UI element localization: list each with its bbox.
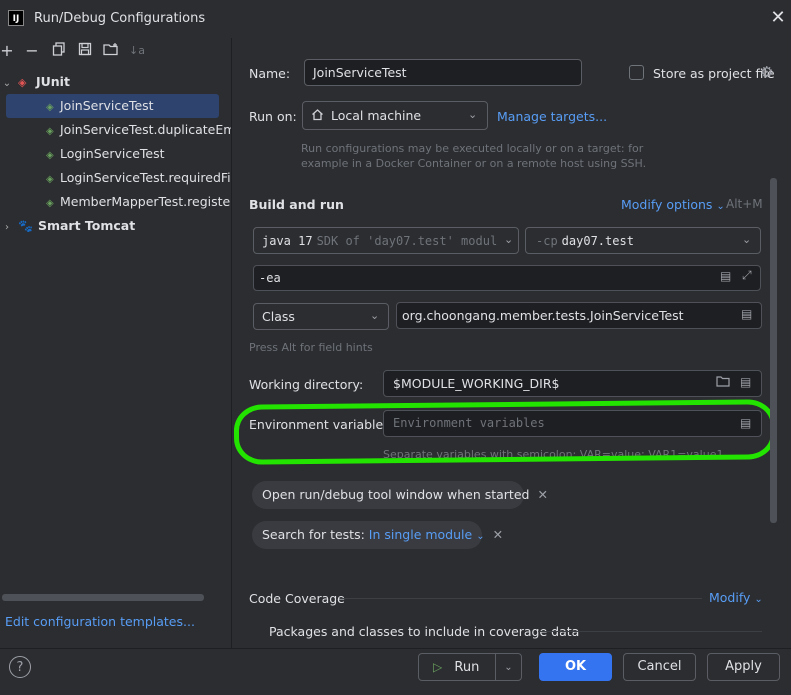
- classpath-module-select[interactable]: -cp day07.test: [525, 227, 761, 254]
- gear-icon[interactable]: ⚙: [760, 63, 773, 81]
- chevron-down-icon: ⌄: [716, 201, 725, 212]
- window-title: Run/Debug Configurations: [34, 11, 206, 26]
- classpath-module: day07.test: [561, 234, 634, 248]
- coverage-modify-link[interactable]: Modify ⌄: [709, 590, 763, 605]
- test-kind-value: Class: [262, 309, 295, 324]
- tree-item-label: LoginServiceTest: [60, 146, 165, 161]
- run-button-label: Run: [454, 660, 480, 675]
- tree-group-label: Smart Tomcat: [37, 218, 136, 233]
- copy-configuration-icon[interactable]: [50, 42, 68, 60]
- search-for-tests-value[interactable]: In single module: [369, 527, 472, 542]
- build-and-run-title: Build and run: [249, 197, 344, 212]
- tree-item-label: JoinServiceTest: [60, 98, 154, 113]
- open-tool-window-label: Open run/debug tool window when started: [262, 487, 530, 502]
- help-icon[interactable]: ?: [9, 656, 31, 678]
- chevron-down-icon: ⌄: [476, 531, 485, 542]
- test-run-icon: ◈: [46, 150, 54, 161]
- tree-group-label: JUnit: [35, 74, 70, 89]
- close-icon[interactable]: ✕: [768, 8, 788, 28]
- jdk-version: java 17: [262, 234, 313, 248]
- manage-targets-link[interactable]: Manage targets...: [497, 109, 607, 124]
- add-configuration-icon[interactable]: +: [0, 42, 16, 60]
- apply-button[interactable]: Apply: [707, 653, 780, 681]
- sidebar-horizontal-scrollbar[interactable]: [2, 594, 204, 601]
- test-class-input[interactable]: org.choongang.member.tests.JoinServiceTe…: [396, 302, 762, 329]
- new-folder-icon[interactable]: [102, 42, 120, 60]
- chevron-down-icon: ⌄: [2, 78, 12, 89]
- highlight-annotation: [233, 399, 777, 465]
- chevron-down-icon: ⌄: [742, 233, 752, 246]
- modify-options-shortcut: Alt+M: [726, 197, 763, 211]
- run-button[interactable]: ▷ Run: [418, 653, 496, 681]
- chevron-right-icon: ›: [5, 222, 9, 233]
- expand-icon[interactable]: ⤢: [742, 268, 752, 283]
- test-run-icon: ◈: [46, 126, 54, 137]
- jdk-detail: SDK of 'day07.test' modul: [316, 234, 498, 248]
- tree-item-member-mapper-test[interactable]: ◈ MemberMapperTest.registerTest: [0, 190, 231, 214]
- name-label: Name:: [249, 66, 291, 81]
- remove-option-icon[interactable]: ✕: [537, 487, 547, 502]
- name-input[interactable]: JoinServiceTest: [304, 59, 582, 86]
- tree-item-label: JoinServiceTest.duplicateEmailTest: [60, 122, 231, 137]
- tree-item-label: MemberMapperTest.registerTest: [60, 194, 231, 209]
- working-directory-label: Working directory:: [249, 377, 364, 392]
- cancel-button[interactable]: Cancel: [623, 653, 696, 681]
- chevron-down-icon: ⌄: [468, 108, 478, 121]
- vm-options-input[interactable]: -ea: [253, 265, 761, 291]
- sort-configurations-icon[interactable]: ↓a: [128, 42, 146, 60]
- test-kind-select[interactable]: Class: [253, 303, 389, 330]
- run-on-hint-line-1: Run configurations may be executed local…: [301, 142, 644, 155]
- search-for-tests-label: Search for tests:: [262, 527, 365, 542]
- open-tool-window-option[interactable]: Open run/debug tool window when started …: [252, 481, 548, 509]
- coverage-packages-label: Packages and classes to include in cover…: [269, 624, 580, 639]
- test-run-icon: ◈: [46, 102, 54, 113]
- test-run-icon: ◈: [46, 198, 54, 209]
- coverage-modify-label: Modify: [709, 590, 751, 605]
- save-configuration-icon[interactable]: [76, 42, 94, 60]
- chevron-down-icon: ⌄: [370, 309, 380, 322]
- edit-list-icon[interactable]: ▤: [720, 269, 731, 283]
- run-on-label: Run on:: [249, 109, 297, 124]
- section-divider: [538, 631, 762, 632]
- store-as-project-file-checkbox[interactable]: [629, 65, 644, 80]
- home-icon: [311, 108, 324, 125]
- remove-option-icon[interactable]: ✕: [493, 527, 503, 542]
- remove-configuration-icon[interactable]: −: [23, 42, 41, 60]
- field-hint: Press Alt for field hints: [249, 341, 373, 354]
- app-logo-icon: IJ: [8, 10, 24, 26]
- browse-list-icon[interactable]: ▤: [741, 307, 752, 321]
- tree-group-junit[interactable]: ⌄ ◈ JUnit: [0, 70, 231, 94]
- code-coverage-title: Code Coverage: [249, 591, 345, 606]
- macros-list-icon[interactable]: ▤: [740, 375, 751, 389]
- run-on-select[interactable]: Local machine: [302, 101, 488, 130]
- tomcat-icon: 🐾: [17, 219, 33, 233]
- store-as-project-file-label: Store as project file: [653, 66, 775, 81]
- search-for-tests-option[interactable]: Search for tests: In single module ⌄ ✕: [252, 521, 503, 549]
- run-on-value: Local machine: [331, 108, 422, 123]
- edit-configuration-templates-link[interactable]: Edit configuration templates...: [5, 614, 195, 629]
- tree-item-required-field-test[interactable]: ◈ LoginServiceTest.requiredFieldTest: [0, 166, 231, 190]
- jdk-select[interactable]: java 17 SDK of 'day07.test' modul: [253, 227, 519, 254]
- junit-icon: ◈: [17, 76, 27, 89]
- run-options-dropdown[interactable]: ⌄: [495, 653, 522, 681]
- run-on-hint-line-2: example in a Docker Container or on a re…: [301, 157, 647, 170]
- ok-button[interactable]: OK: [539, 653, 612, 681]
- test-run-icon: ◈: [46, 174, 54, 185]
- tree-item-loginservicetest[interactable]: ◈ LoginServiceTest: [0, 142, 231, 166]
- modify-options-link[interactable]: Modify options ⌄: [621, 197, 725, 212]
- tree-item-label: LoginServiceTest.requiredFieldTest: [60, 170, 231, 185]
- modify-options-label: Modify options: [621, 197, 713, 212]
- folder-icon[interactable]: [716, 375, 730, 390]
- section-divider: [340, 598, 702, 599]
- chevron-down-icon: ⌄: [504, 662, 513, 673]
- chevron-down-icon: ⌄: [754, 594, 763, 605]
- chevron-down-icon: ⌄: [501, 233, 514, 246]
- tree-item-joinservicetest[interactable]: ◈ JoinServiceTest: [6, 94, 219, 118]
- tree-item-duplicate-email-test[interactable]: ◈ JoinServiceTest.duplicateEmailTest: [0, 118, 231, 142]
- tree-group-smart-tomcat[interactable]: › 🐾 Smart Tomcat: [0, 214, 231, 238]
- working-directory-input[interactable]: $MODULE_WORKING_DIR$: [383, 370, 762, 397]
- editor-vertical-scrollbar[interactable]: [770, 178, 777, 523]
- classpath-flag: -cp: [536, 234, 558, 248]
- play-icon: ▷: [433, 660, 443, 674]
